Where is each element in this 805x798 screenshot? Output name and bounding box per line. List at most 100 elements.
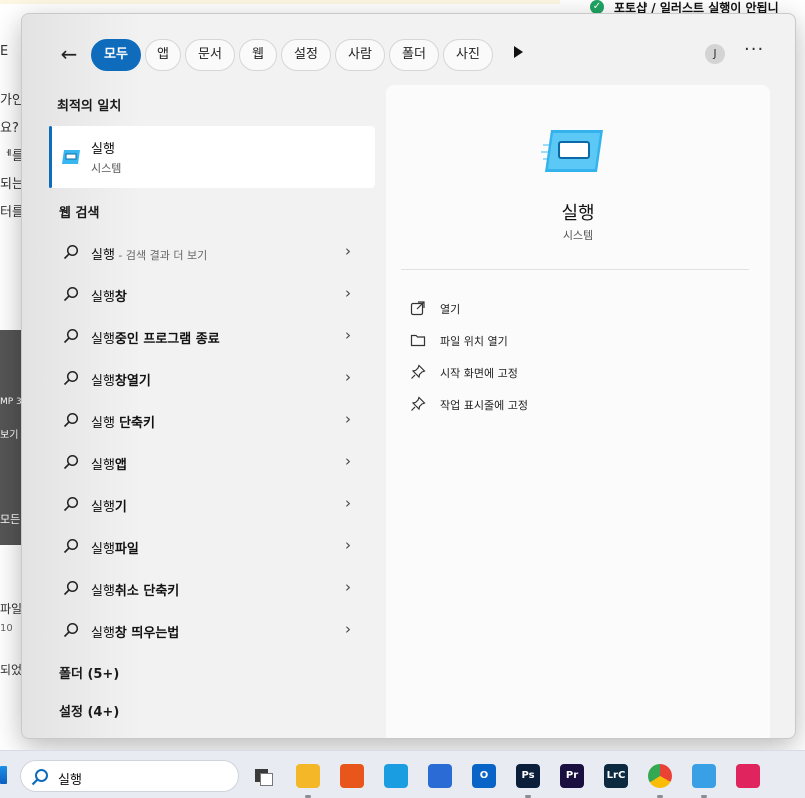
web-search-suggestion: 취소 단축키 — [114, 584, 180, 599]
outlook-icon[interactable]: O — [472, 764, 496, 788]
search-icon — [63, 538, 79, 554]
folder-icon — [410, 334, 426, 347]
web-search-item-text: 실행취소 단축키 — [91, 580, 179, 599]
chevron-right-icon[interactable]: › — [345, 410, 351, 428]
web-search-hint: - 검색 결과 더 보기 — [114, 249, 208, 262]
more-options-button[interactable]: ··· — [744, 40, 764, 66]
file-explorer-icon[interactable] — [296, 764, 320, 788]
filter-chip-photos[interactable]: 사진 — [443, 39, 493, 71]
web-search-query: 실행 — [91, 332, 115, 347]
web-search-query: 실행 — [91, 290, 115, 305]
chevron-right-icon[interactable]: › — [345, 452, 351, 470]
taskbar: 실행 O Ps Pr LrC — [0, 750, 805, 798]
web-search-item[interactable]: 실행창 띄우는법 › — [49, 613, 375, 649]
web-search-item-text: 실행 - 검색 결과 더 보기 — [91, 244, 207, 263]
avatar[interactable]: J — [705, 44, 725, 64]
search-icon — [63, 496, 79, 512]
web-search-item[interactable]: 실행창 › — [49, 277, 375, 313]
filter-chip-all[interactable]: 모두 — [91, 39, 141, 71]
background-notice: ✓ 포토샵 / 일러스트 실행이 안됩니 — [590, 0, 779, 15]
web-search-item-text: 실행창 띄우는법 — [91, 622, 179, 641]
web-search-query: 실행 — [91, 248, 115, 263]
web-search-query: 실행 — [91, 416, 120, 431]
chevron-right-icon[interactable]: › — [345, 242, 351, 260]
chevron-right-icon[interactable]: › — [345, 620, 351, 638]
filter-chip-folders[interactable]: 폴더 — [389, 39, 439, 71]
details-pane: 실행 시스템 열기 파일 위치 열기 시작 화면에 고정 작업 표시줄에 고정 — [386, 85, 770, 738]
filter-chip-settings[interactable]: 설정 — [281, 39, 331, 71]
bg-fragment: MP 3 — [0, 397, 22, 407]
action-label: 열기 — [440, 303, 461, 316]
action-pin-to-taskbar[interactable]: 작업 표시줄에 고정 — [410, 393, 740, 417]
web-search-item[interactable]: 실행파일 › — [49, 529, 375, 565]
chevron-right-icon[interactable]: › — [345, 326, 351, 344]
best-match-item[interactable]: 실행 시스템 — [49, 126, 375, 188]
back-button[interactable]: ← — [56, 42, 82, 68]
action-pin-to-start[interactable]: 시작 화면에 고정 — [410, 361, 740, 385]
web-search-item[interactable]: 실행창열기 › — [49, 361, 375, 397]
search-icon — [63, 412, 79, 428]
taskbar-search-box[interactable]: 실행 — [20, 760, 239, 792]
chevron-right-icon[interactable]: › — [345, 368, 351, 386]
bg-fragment: 되었 — [0, 663, 23, 677]
search-icon — [31, 769, 48, 786]
chevron-right-icon[interactable]: › — [345, 494, 351, 512]
task-view-front-square — [260, 773, 273, 786]
web-search-suggestion: 창 — [114, 290, 127, 305]
action-open-file-location[interactable]: 파일 위치 열기 — [410, 329, 740, 353]
pin-icon — [411, 364, 426, 379]
more-icon: ··· — [744, 39, 765, 60]
photoshop-icon[interactable]: Ps — [516, 764, 540, 788]
web-search-item[interactable]: 실행기 › — [49, 487, 375, 523]
group-folders[interactable]: 폴더 (5+) — [59, 663, 119, 682]
filter-chip-web[interactable]: 웹 — [239, 39, 277, 71]
web-search-item[interactable]: 실행중인 프로그램 종료 › — [49, 319, 375, 355]
chevron-right-icon[interactable]: › — [345, 284, 351, 302]
search-icon — [63, 622, 79, 638]
web-search-item[interactable]: 실행 - 검색 결과 더 보기 › — [49, 235, 375, 271]
group-settings[interactable]: 설정 (4+) — [59, 701, 119, 720]
taskbar-search-value: 실행 — [58, 773, 82, 788]
details-title: 실행 — [561, 203, 595, 224]
app-orange-icon[interactable] — [340, 764, 364, 788]
filter-chip-documents[interactable]: 문서 — [185, 39, 235, 71]
creative-cloud-icon[interactable] — [736, 764, 760, 788]
chrome-icon[interactable] — [648, 764, 672, 788]
run-dialog-icon — [62, 150, 80, 164]
task-view-icon[interactable] — [252, 764, 276, 788]
web-search-query: 실행 — [91, 374, 115, 389]
web-search-item-text: 실행앱 — [91, 454, 127, 473]
pin-icon — [411, 396, 426, 411]
search-icon — [63, 244, 79, 260]
play-icon[interactable] — [514, 46, 523, 58]
details-divider — [401, 269, 749, 270]
search-icon — [63, 370, 79, 386]
filter-chip-people[interactable]: 사람 — [335, 39, 385, 71]
search-icon — [63, 580, 79, 596]
web-search-item-text: 실행기 — [91, 496, 127, 515]
bg-fragment: 10 — [0, 623, 13, 634]
windows-start-icon[interactable] — [0, 766, 7, 784]
bg-fragment: 파일 — [0, 602, 23, 616]
web-search-item[interactable]: 실행취소 단축키 › — [49, 571, 375, 607]
edge-icon[interactable] — [384, 764, 408, 788]
bg-fragment: 모든 — [0, 513, 21, 526]
web-search-suggestion: 파일 — [114, 542, 139, 557]
action-open[interactable]: 열기 — [410, 297, 740, 321]
web-search-item[interactable]: 실행앱 › — [49, 445, 375, 481]
search-icon — [63, 286, 79, 302]
chevron-right-icon[interactable]: › — [345, 536, 351, 554]
web-search-item[interactable]: 실행 단축키 › — [49, 403, 375, 439]
web-search-query: 실행 — [91, 500, 115, 515]
chevron-right-icon[interactable]: › — [345, 578, 351, 596]
lightroom-classic-icon[interactable]: LrC — [604, 764, 628, 788]
action-label: 작업 표시줄에 고정 — [440, 399, 528, 412]
selection-accent — [49, 126, 52, 188]
web-search-query: 실행 — [91, 458, 115, 473]
search-icon — [63, 328, 79, 344]
store-icon[interactable] — [428, 764, 452, 788]
notepad-icon[interactable] — [692, 764, 716, 788]
filter-chip-apps[interactable]: 앱 — [145, 39, 181, 71]
web-search-suggestion: 단축키 — [119, 416, 155, 431]
premiere-icon[interactable]: Pr — [560, 764, 584, 788]
